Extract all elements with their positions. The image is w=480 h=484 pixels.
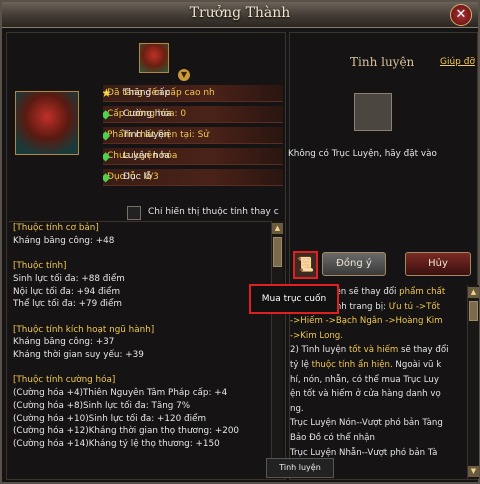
description-text: tỷ lệ <box>290 359 312 370</box>
buy-scroll-tooltip: Mua trục cuốn <box>249 284 339 314</box>
description-text: ện tốt và hiếm ở cửa hàng danh vọ <box>290 389 441 400</box>
description-text: Bảo Đồ có thể nhận <box>290 432 375 443</box>
description-line: Trục Luyện Nón--Vượt phó bản Tàng <box>290 416 466 431</box>
attribute-line: Nội lực tối đa: +94 điểm <box>13 286 121 297</box>
description-text: Trục Luyện Nhẫn--Vượt phó bản Tà <box>290 447 438 458</box>
description-line: ->Hiếm ->Bạch Ngân ->Hoàng Kim <box>290 314 466 329</box>
dropdown-icon[interactable]: ▼ <box>178 69 190 81</box>
description-text: 2) Tinh luyện <box>290 345 349 356</box>
filter-checkbox[interactable] <box>127 206 141 220</box>
attribute-list: [Thuộc tính cơ bản] Kháng băng công: +48 … <box>9 221 283 477</box>
attribute-line: (Cường hóa +8)Sinh lực tối đa: Tăng 7% <box>13 400 191 411</box>
attr-label: Cường hóa <box>123 109 172 119</box>
description-text: ->Hiếm ->Bạch Ngân ->Hoàng Kim <box>290 316 443 327</box>
item-info-panel: ▼ ★Thăng cấpĐã tăng đến cấp cao nh◆Cường… <box>6 32 286 480</box>
section-heading: [Thuộc tính cơ bản] <box>13 223 99 233</box>
attribute-line: (Cường hóa +10)Sinh lực tối đa: +120 điể… <box>13 413 207 424</box>
section-heading: [Thuộc tính] <box>13 261 67 272</box>
section-heading: [Thuộc tính cường hóa] <box>13 375 116 386</box>
help-link[interactable]: Giúp đỡ <box>440 57 475 67</box>
description-text: ->Kim Long. <box>290 330 343 341</box>
attribute-line: Kháng băng công: +37 <box>13 337 115 348</box>
description-line: ->Kim Long. <box>290 329 466 344</box>
refine-panel: Tinh luyện Giúp đỡ Không có Trục Luyện, … <box>288 32 479 481</box>
green-diamond-icon: ◆ <box>103 150 113 162</box>
scroll-up-icon[interactable]: ▲ <box>468 287 479 298</box>
buy-scroll-button[interactable]: 📜 <box>293 251 318 279</box>
title-bar[interactable]: Trưởng Thành ✕ <box>2 2 478 28</box>
attr-row[interactable]: ◆Cường hóaCấp cường hóa: 0 <box>103 106 283 123</box>
scroll-thumb[interactable] <box>469 301 478 321</box>
item-preview-image <box>15 91 79 155</box>
attr-label: Tinh luyện <box>123 130 170 140</box>
scroll-thumb[interactable] <box>273 237 282 267</box>
description-text: Ưu tú ->Tốt <box>388 301 440 312</box>
description-text: ng. <box>290 403 304 414</box>
close-button[interactable]: ✕ <box>450 4 472 26</box>
refine-tooltip: Tinh luyện <box>266 458 334 478</box>
scroll-icon: 📜 <box>296 257 315 273</box>
attribute-line <box>9 247 283 260</box>
description-scrollbar[interactable]: ▲ ▼ <box>467 285 479 479</box>
attribute-line: (Cường hóa +12)Kháng thời gian thọ thươn… <box>13 426 240 437</box>
attribute-line: Thể lực tối đa: +79 điểm <box>13 299 122 310</box>
attribute-line: (Cường hóa +14)Kháng tỷ lệ thọ thương: +… <box>13 438 220 449</box>
description-line: hí, nón, nhẫn, có thể mua Trục Luy <box>290 373 466 388</box>
attribute-line: (Cường hóa +4)Thiên Nguyên Tâm Pháp cấp:… <box>13 388 228 399</box>
attribute-line: Kháng thời gian suy yếu: +39 <box>13 350 144 361</box>
description-text: Trục Luyện Nón--Vượt phó bản Tàng <box>290 418 443 429</box>
confirm-button[interactable]: Đồng ý <box>322 252 386 276</box>
attribute-scrollbar[interactable]: ▲ ▼ <box>271 221 283 477</box>
cancel-button[interactable]: Hủy <box>405 252 471 276</box>
refine-description: 1) Tinh luyện sẽ thay đổi phẩm chất và th… <box>290 285 466 481</box>
scroll-down-icon[interactable]: ▼ <box>468 466 479 477</box>
green-diamond-icon: ◆ <box>103 171 113 183</box>
section-heading: [Thuộc tính kích hoạt ngũ hành] <box>13 324 155 335</box>
description-line: Bảo Đồ có thể nhận <box>290 431 466 446</box>
description-text: hí, nón, nhẫn, có thể mua Trục Luy <box>290 374 439 385</box>
attr-label: Luyện hóa <box>123 151 170 161</box>
description-text: tốt và hiếm <box>348 345 399 356</box>
description-text: phẩm chất <box>399 287 446 297</box>
description-text: sẽ thay đổi <box>398 345 449 356</box>
attr-label: Thăng cấp <box>123 88 171 98</box>
description-line: ện tốt và hiếm ở cửa hàng danh vọ <box>290 387 466 402</box>
description-text: Ngoài vũ k <box>392 359 442 370</box>
attribute-line <box>9 311 283 324</box>
attribute-line <box>9 362 283 375</box>
attribute-line: Sinh lực tối đa: +88 điểm <box>13 273 125 284</box>
growth-window: Trưởng Thành ✕ ▼ ★Thăng cấpĐã tăng đến c… <box>0 0 480 484</box>
refine-item-slot[interactable] <box>354 93 392 131</box>
attr-row[interactable]: ★Thăng cấpĐã tăng đến cấp cao nh <box>103 85 283 102</box>
window-title: Trưởng Thành <box>189 5 291 21</box>
equipped-item-slot[interactable] <box>139 43 169 73</box>
description-text: thuộc tính ẩn hiện. <box>311 359 393 370</box>
attribute-line: Kháng băng công: +48 <box>13 235 115 246</box>
description-line: ng. <box>290 402 466 417</box>
refine-empty-note: Không có Trục Luyện, hãy đặt vào <box>288 149 437 159</box>
green-diamond-icon: ◆ <box>103 129 113 141</box>
attr-row[interactable]: ◆Tinh luyệnPhẩm chất hiện tại: Sử <box>103 127 283 144</box>
filter-checkbox-label: Chỉ hiển thị thuộc tính thay c <box>148 207 279 217</box>
green-diamond-icon: ◆ <box>103 108 113 120</box>
description-line: tỷ lệ thuộc tính ẩn hiện. Ngoài vũ k <box>290 358 466 373</box>
description-line: 2) Tinh luyện tốt và hiếm sẽ thay đổi <box>290 343 466 358</box>
scroll-up-icon[interactable]: ▲ <box>272 223 283 234</box>
attr-row[interactable]: ◆Luyện hóaChưa luyện hóa <box>103 148 283 165</box>
refine-title: Tinh luyện <box>350 55 415 69</box>
attr-row[interactable]: ◆Đục lỗĐục lỗ : 0/3 <box>103 169 283 186</box>
star-icon: ★ <box>103 87 113 99</box>
attr-label: Đục lỗ <box>123 172 152 182</box>
